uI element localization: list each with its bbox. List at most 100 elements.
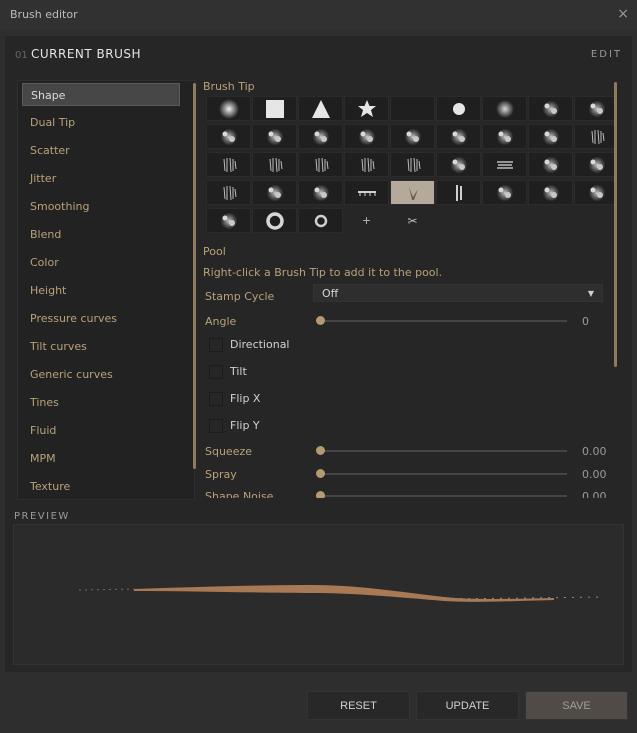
sidebar-item-generic-curves[interactable]: Generic curves xyxy=(22,363,180,386)
stamp-cycle-select[interactable]: Off ▼ xyxy=(313,284,603,302)
cloud-tip-2-icon[interactable] xyxy=(390,124,435,149)
squeeze-slider-track[interactable] xyxy=(319,450,567,452)
sidebar-item-fluid[interactable]: Fluid xyxy=(22,419,180,442)
splatter-tip-8-icon[interactable] xyxy=(206,208,251,233)
section-number: 01 xyxy=(15,50,28,61)
stamp-cycle-label: Stamp Cycle xyxy=(205,290,275,303)
sidebar-item-pressure-curves[interactable]: Pressure curves xyxy=(22,307,180,330)
stamp-cycle-value: Off xyxy=(322,287,339,300)
title-bar: Brush editor × xyxy=(0,0,637,30)
angle-slider-track[interactable] xyxy=(319,320,567,322)
sponge-tip-4-icon[interactable] xyxy=(436,124,481,149)
hard-round-tip-icon[interactable] xyxy=(436,96,481,121)
edit-button[interactable]: EDIT xyxy=(591,49,622,60)
blank-tip-icon[interactable] xyxy=(390,96,435,121)
cloud-tip-icon[interactable] xyxy=(206,124,251,149)
cloud-tip-5-icon[interactable] xyxy=(528,180,573,205)
hard-square-tip-icon[interactable] xyxy=(252,96,297,121)
window-title: Brush editor xyxy=(10,8,78,21)
sidebar-item-dual-tip[interactable]: Dual Tip xyxy=(22,111,180,134)
flip-y-label: Flip Y xyxy=(230,419,260,432)
sponge-tip-icon[interactable] xyxy=(252,124,297,149)
directional-label: Directional xyxy=(230,338,290,351)
reset-button[interactable]: RESET xyxy=(307,691,410,720)
shape-settings: Brush Tip + ✂ Pool Right-click a Brush Ti… xyxy=(202,80,615,498)
bristle-tip-4-icon[interactable] xyxy=(298,152,343,177)
fork-tip-icon[interactable] xyxy=(436,180,481,205)
soft-round-tip-icon[interactable] xyxy=(206,96,251,121)
sidebar-item-shape[interactable]: Shape xyxy=(22,83,180,106)
splatter-tip-icon[interactable] xyxy=(574,96,615,121)
add-tip-button[interactable]: + xyxy=(344,208,389,233)
sidebar-item-jitter[interactable]: Jitter xyxy=(22,167,180,190)
spray-value: 0.00 xyxy=(582,468,607,481)
shape-noise-slider-knob[interactable] xyxy=(316,491,325,498)
splatter-tip-7-icon[interactable] xyxy=(574,180,615,205)
section-title: CURRENT BRUSH xyxy=(31,47,142,61)
settings-sidebar: Shape Dual Tip Scatter Jitter Smoothing … xyxy=(17,80,196,500)
sidebar-item-color[interactable]: Color xyxy=(22,251,180,274)
splatter-tip-4-icon[interactable] xyxy=(574,152,615,177)
spray-slider-knob[interactable] xyxy=(316,469,325,478)
flip-y-checkbox[interactable] xyxy=(209,419,223,433)
directional-checkbox[interactable] xyxy=(209,338,223,352)
grass-tip-icon[interactable] xyxy=(390,180,435,205)
sidebar-item-blend[interactable]: Blend xyxy=(22,223,180,246)
bristle-tip-6-icon[interactable] xyxy=(390,152,435,177)
sidebar-scrollbar[interactable] xyxy=(193,83,196,469)
bristle-tip-5-icon[interactable] xyxy=(344,152,389,177)
close-icon[interactable]: × xyxy=(617,6,629,22)
shape-noise-value: 0.00 xyxy=(582,490,607,498)
brush-tip-label: Brush Tip xyxy=(203,80,255,93)
angle-value: 0 xyxy=(582,315,589,328)
squeeze-value: 0.00 xyxy=(582,445,607,458)
spray-slider-track[interactable] xyxy=(319,473,567,475)
cloud-tip-3-icon[interactable] xyxy=(528,124,573,149)
sidebar-item-scatter[interactable]: Scatter xyxy=(22,139,180,162)
star-tip-icon[interactable] xyxy=(344,96,389,121)
shape-noise-slider-track[interactable] xyxy=(319,495,567,497)
sidebar-item-tilt-curves[interactable]: Tilt curves xyxy=(22,335,180,358)
flip-x-checkbox[interactable] xyxy=(209,392,223,406)
sidebar-item-tines[interactable]: Tines xyxy=(22,391,180,414)
angle-slider-knob[interactable] xyxy=(316,316,325,325)
save-button[interactable]: SAVE xyxy=(525,691,628,720)
cut-icon[interactable]: ✂ xyxy=(390,208,435,233)
comb-tip-icon[interactable] xyxy=(344,180,389,205)
flip-x-label: Flip X xyxy=(230,392,261,405)
soft-dot-tip-icon[interactable] xyxy=(482,96,527,121)
tilt-checkbox[interactable] xyxy=(209,365,223,379)
bristle-tip-3-icon[interactable] xyxy=(252,152,297,177)
cloud-tip-4-icon[interactable] xyxy=(298,180,343,205)
angle-label: Angle xyxy=(205,315,237,328)
preview-stroke xyxy=(78,585,605,602)
tilt-label: Tilt xyxy=(230,365,247,378)
ring-tip-icon[interactable] xyxy=(252,208,297,233)
sidebar-item-smoothing[interactable]: Smoothing xyxy=(22,195,180,218)
bristle-tip-icon[interactable] xyxy=(574,124,615,149)
bristle-tip-7-icon[interactable] xyxy=(206,180,251,205)
settings-scrollbar[interactable] xyxy=(614,82,617,367)
sidebar-item-mpm[interactable]: MPM xyxy=(22,447,180,470)
update-button[interactable]: UPDATE xyxy=(416,691,519,720)
pool-hint: Right-click a Brush Tip to add it to the… xyxy=(203,266,443,279)
triangle-tip-icon[interactable] xyxy=(298,96,343,121)
preview-canvas xyxy=(13,524,624,665)
splatter-tip-6-icon[interactable] xyxy=(482,180,527,205)
splatter-tip-2-icon[interactable] xyxy=(436,152,481,177)
bristle-tip-2-icon[interactable] xyxy=(206,152,251,177)
sponge-tip-2-icon[interactable] xyxy=(298,124,343,149)
sidebar-item-height[interactable]: Height xyxy=(22,279,180,302)
streak-tip-icon[interactable] xyxy=(482,152,527,177)
preview-label: PREVIEW xyxy=(14,511,70,522)
small-ring-tip-icon[interactable] xyxy=(298,208,343,233)
sponge-tip-5-icon[interactable] xyxy=(482,124,527,149)
squeeze-slider-knob[interactable] xyxy=(316,446,325,455)
splatter-tip-5-icon[interactable] xyxy=(252,180,297,205)
sidebar-item-texture[interactable]: Texture xyxy=(22,475,180,498)
squeeze-label: Squeeze xyxy=(205,445,253,458)
smudge-tip-icon[interactable] xyxy=(528,96,573,121)
sponge-tip-3-icon[interactable] xyxy=(344,124,389,149)
splatter-tip-3-icon[interactable] xyxy=(528,152,573,177)
pool-label: Pool xyxy=(203,245,226,258)
